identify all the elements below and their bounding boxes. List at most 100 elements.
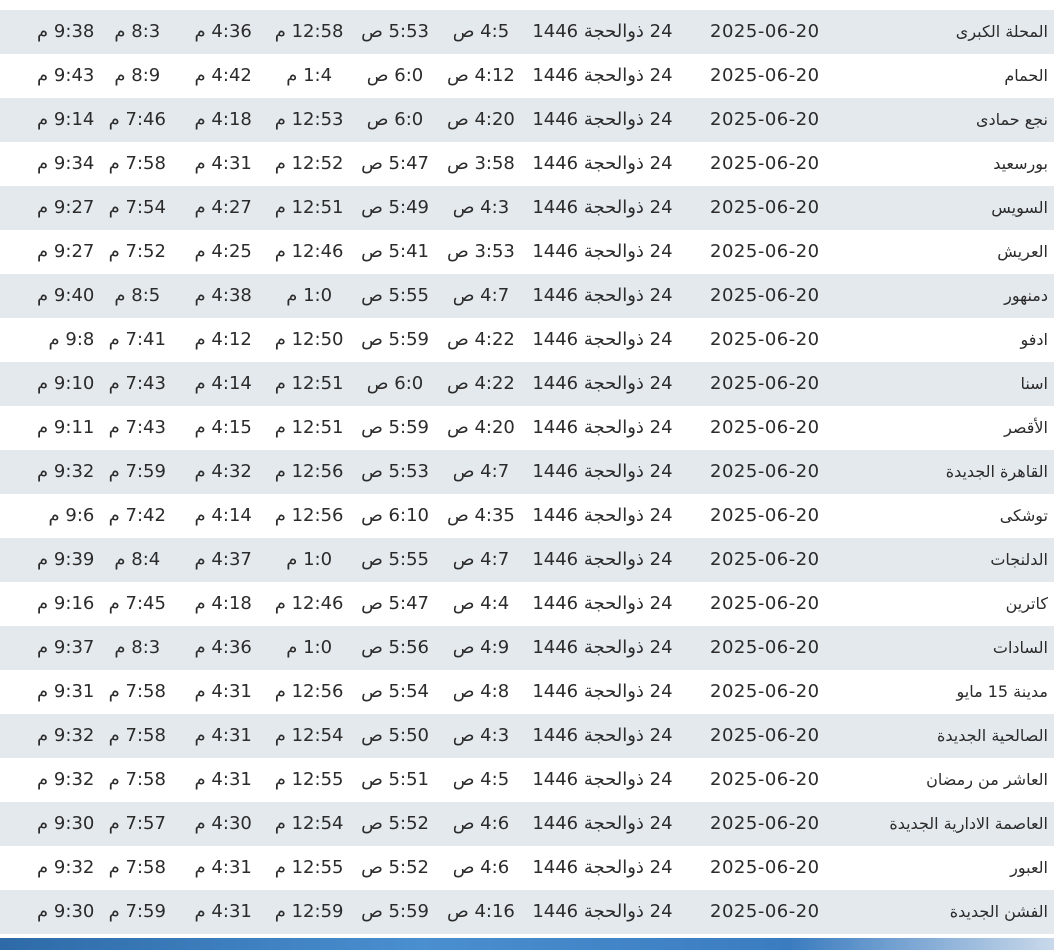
isha-time-cell: 9:27 م (37, 197, 95, 218)
maghrib-time-cell: 7:59 م (108, 901, 166, 922)
gregorian-date-cell: 2025-06-20 (710, 549, 820, 570)
isha-time-cell: 9:32 م (37, 725, 95, 746)
sunrise-time-cell: 5:56 ص (361, 637, 429, 658)
isha-time-cell: 9:14 م (37, 109, 95, 130)
table-row: كاترين 2025-06-20 24 ذوالحجة 1446 4:4 ص 5:47… (0, 582, 1054, 626)
fajr-time-cell: 4:35 ص (446, 505, 515, 526)
asr-time-cell: 4:36 م (194, 21, 252, 42)
maghrib-time-cell: 7:58 م (108, 857, 166, 878)
fajr-time-cell: 3:53 ص (446, 241, 515, 262)
asr-time-cell: 4:31 م (194, 901, 252, 922)
table-row: العاشر من رمضان 2025-06-20 24 ذوالحجة 1446… (0, 758, 1054, 802)
sunrise-time-cell: 6:0 ص (366, 109, 424, 130)
prayer-times-table-container[interactable]: المحلة الكبرى 2025-06-20 24 ذوالحجة 1446 4:… (0, 0, 1054, 936)
hijri-date-cell: 24 ذوالحجة 1446 (532, 329, 673, 350)
dhuhr-time-cell: 12:52 م (274, 153, 344, 174)
table-row: نجع حمادى 2025-06-20 24 ذوالحجة 1446 4:20 ص… (0, 98, 1054, 142)
dhuhr-time-cell: 12:51 م (274, 373, 344, 394)
isha-time-cell: 9:43 م (37, 65, 95, 86)
sunrise-time-cell: 5:59 ص (361, 901, 429, 922)
asr-time-cell: 4:18 م (194, 593, 252, 614)
maghrib-time-cell: 7:59 م (108, 461, 166, 482)
isha-time-cell: 9:32 م (37, 769, 95, 790)
dhuhr-time-cell: 12:56 م (274, 681, 344, 702)
hijri-date-cell: 24 ذوالحجة 1446 (532, 65, 673, 86)
city-cell: الصالحية الجديدة (936, 726, 1048, 745)
isha-time-cell: 9:37 م (37, 637, 95, 658)
dhuhr-time-cell: 1:0 م (286, 549, 333, 570)
city-cell: نجع حمادى (975, 110, 1048, 129)
table-row: ادفو 2025-06-20 24 ذوالحجة 1446 4:22 ص 5:59 … (0, 318, 1054, 362)
dhuhr-time-cell: 12:46 م (274, 593, 344, 614)
maghrib-time-cell: 8:5 م (114, 285, 161, 306)
sunrise-time-cell: 5:52 ص (361, 813, 429, 834)
asr-time-cell: 4:30 م (194, 813, 252, 834)
table-row: المحلة الكبرى 2025-06-20 24 ذوالحجة 1446 4:… (0, 10, 1054, 54)
city-cell: السادات (992, 638, 1048, 657)
city-cell: الأقصر (1004, 418, 1048, 437)
dhuhr-time-cell: 1:0 م (286, 637, 333, 658)
hijri-date-cell: 24 ذوالحجة 1446 (532, 461, 673, 482)
asr-time-cell: 4:42 م (194, 65, 252, 86)
gregorian-date-cell: 2025-06-20 (710, 769, 820, 790)
dhuhr-time-cell: 12:55 م (274, 769, 344, 790)
table-row: الأقصر 2025-06-20 24 ذوالحجة 1446 4:20 ص 5:5… (0, 406, 1054, 450)
asr-time-cell: 4:25 م (194, 241, 252, 262)
sunrise-time-cell: 6:10 ص (361, 505, 429, 526)
hijri-date-cell: 24 ذوالحجة 1446 (532, 285, 673, 306)
maghrib-time-cell: 7:57 م (108, 813, 166, 834)
hijri-date-cell: 24 ذوالحجة 1446 (532, 417, 673, 438)
fajr-time-cell: 4:7 ص (452, 285, 510, 306)
hijri-date-cell: 24 ذوالحجة 1446 (532, 373, 673, 394)
hijri-date-cell: 24 ذوالحجة 1446 (532, 593, 673, 614)
hijri-date-cell: 24 ذوالحجة 1446 (532, 109, 673, 130)
dhuhr-time-cell: 12:56 م (274, 505, 344, 526)
sunrise-time-cell: 5:53 ص (361, 21, 429, 42)
maghrib-time-cell: 8:3 م (114, 637, 161, 658)
dhuhr-time-cell: 1:4 م (286, 65, 333, 86)
maghrib-time-cell: 7:58 م (108, 769, 166, 790)
dhuhr-time-cell: 12:54 م (274, 725, 344, 746)
asr-time-cell: 4:15 م (194, 417, 252, 438)
hijri-date-cell: 24 ذوالحجة 1446 (532, 857, 673, 878)
maghrib-time-cell: 7:43 م (108, 373, 166, 394)
fajr-time-cell: 4:16 ص (446, 901, 515, 922)
dhuhr-time-cell: 12:59 م (274, 901, 344, 922)
sunrise-time-cell: 6:0 ص (366, 65, 424, 86)
asr-time-cell: 4:31 م (194, 725, 252, 746)
hijri-date-cell: 24 ذوالحجة 1446 (532, 197, 673, 218)
table-row: العبور 2025-06-20 24 ذوالحجة 1446 4:6 ص 5:52… (0, 846, 1054, 890)
fajr-time-cell: 4:6 ص (452, 857, 510, 878)
city-cell: ادفو (1020, 330, 1048, 349)
city-cell: الفشن الجديدة (949, 902, 1048, 921)
fajr-time-cell: 4:7 ص (452, 549, 510, 570)
table-row: السادات 2025-06-20 24 ذوالحجة 1446 4:9 ص 5:5… (0, 626, 1054, 670)
hijri-date-cell: 24 ذوالحجة 1446 (532, 241, 673, 262)
gregorian-date-cell: 2025-06-20 (710, 681, 820, 702)
city-cell: الدلنجات (990, 550, 1048, 569)
city-cell: الحمام (1004, 66, 1048, 85)
asr-time-cell: 4:27 م (194, 197, 252, 218)
hijri-date-cell: 24 ذوالحجة 1446 (532, 21, 673, 42)
city-cell: مدينة 15 مايو (956, 682, 1048, 701)
fajr-time-cell: 4:9 ص (452, 637, 510, 658)
city-cell: اسنا (1020, 374, 1048, 393)
table-row: العريش 2025-06-20 24 ذوالحجة 1446 3:53 ص 5:4… (0, 230, 1054, 274)
city-cell: المحلة الكبرى (955, 22, 1048, 41)
city-cell: العاشر من رمضان (926, 770, 1048, 789)
gregorian-date-cell: 2025-06-20 (710, 417, 820, 438)
city-cell: توشكى (999, 506, 1048, 525)
fajr-time-cell: 4:8 ص (452, 681, 510, 702)
city-cell: السويس (991, 198, 1048, 217)
gregorian-date-cell: 2025-06-20 (710, 505, 820, 526)
isha-time-cell: 9:38 م (37, 21, 95, 42)
maghrib-time-cell: 7:54 م (108, 197, 166, 218)
isha-time-cell: 9:34 م (37, 153, 95, 174)
table-row: الحمام 2025-06-20 24 ذوالحجة 1446 4:12 ص 6:0… (0, 54, 1054, 98)
sunrise-time-cell: 5:51 ص (361, 769, 429, 790)
hijri-date-cell: 24 ذوالحجة 1446 (532, 153, 673, 174)
maghrib-time-cell: 7:45 م (108, 593, 166, 614)
gregorian-date-cell: 2025-06-20 (710, 329, 820, 350)
asr-time-cell: 4:38 م (194, 285, 252, 306)
dhuhr-time-cell: 12:53 م (274, 109, 344, 130)
